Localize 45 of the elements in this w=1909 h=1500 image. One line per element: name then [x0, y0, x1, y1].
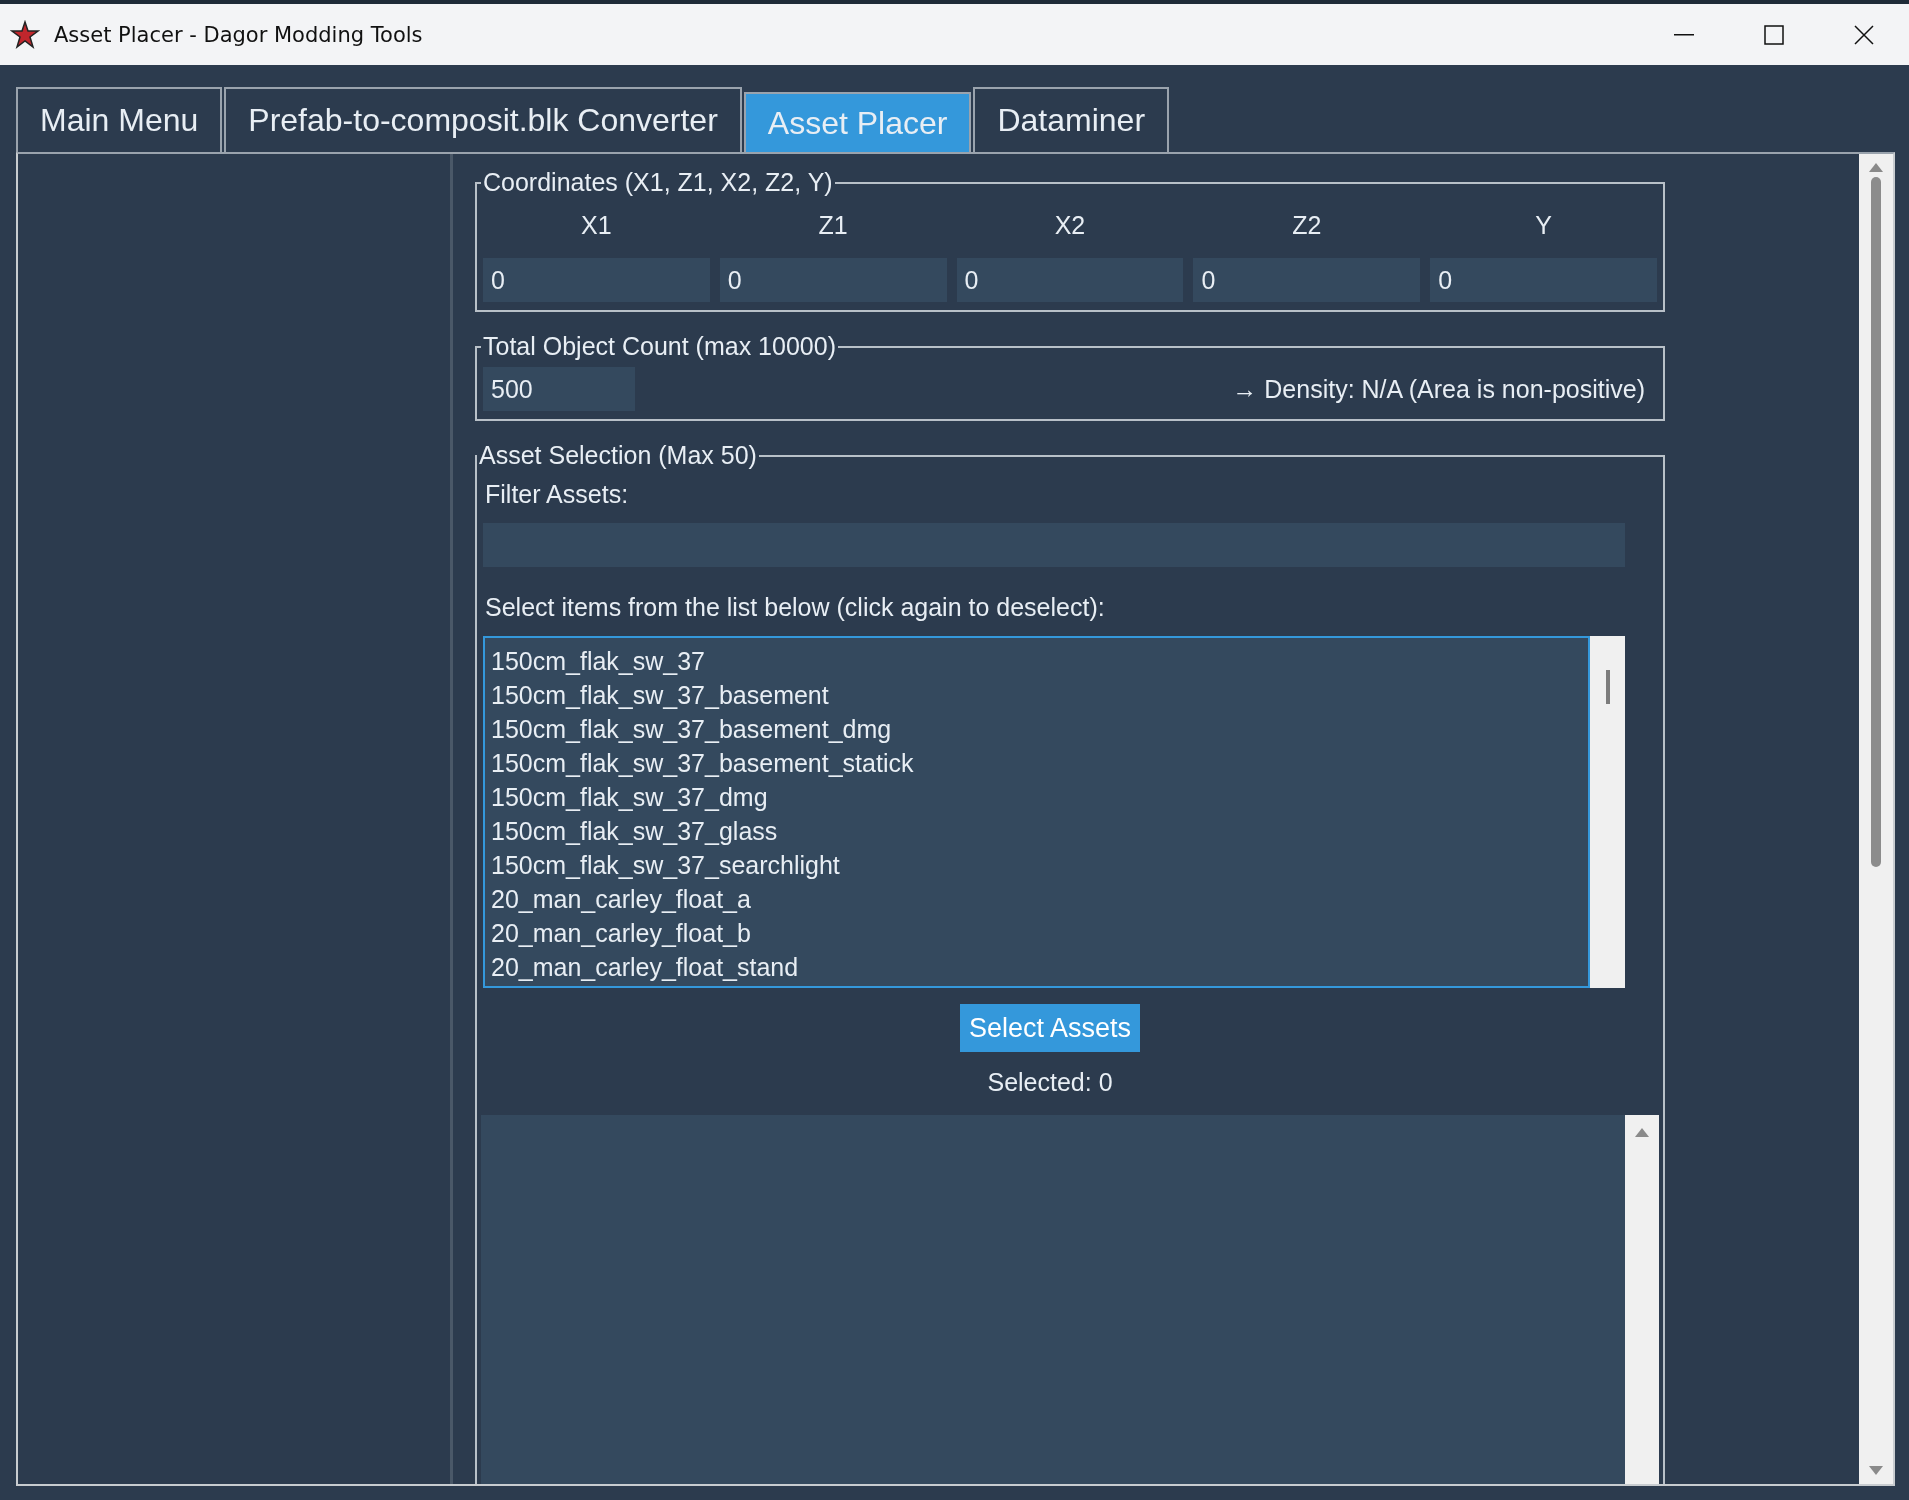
- tab[interactable]: Dataminer: [973, 87, 1170, 152]
- coordinate-input[interactable]: 0: [719, 258, 947, 302]
- asset-list-item[interactable]: 20_man_carley_float_stand: [489, 950, 1584, 984]
- app-logo-icon: [10, 19, 40, 50]
- window-title: Asset Placer - Dagor Modding Tools: [54, 22, 424, 47]
- close-icon: [1854, 24, 1874, 45]
- asset-list-item[interactable]: 150cm_flak_sw_37_basement_statick: [489, 746, 1584, 780]
- filter-label: Filter Assets:: [484, 479, 630, 510]
- coordinate-label: Z1: [817, 210, 849, 241]
- asset-list-item[interactable]: 150cm_flak_sw_37_searchlight: [489, 848, 1584, 882]
- coordinate-input[interactable]: 0: [1193, 258, 1421, 302]
- asset-list-item[interactable]: 150cm_flak_sw_37: [489, 644, 1584, 678]
- tab[interactable]: Prefab-to-composit.blk Converter: [224, 87, 742, 152]
- asset-list-item[interactable]: 150cm_flak_sw_37_dmg: [489, 780, 1584, 814]
- asset-list-item[interactable]: 150cm_flak_sw_37_basement: [489, 678, 1584, 712]
- coordinate-input[interactable]: 0: [956, 258, 1184, 302]
- coordinate-input[interactable]: 0: [1430, 258, 1657, 302]
- selected-count: Selected: 0: [987, 1068, 1113, 1097]
- coordinate-label: X1: [580, 210, 613, 241]
- count-input[interactable]: 500: [483, 367, 635, 411]
- scroll-down-icon[interactable]: [1868, 1465, 1884, 1476]
- maximize-icon: [1764, 24, 1784, 45]
- coordinate-label: Z2: [1291, 210, 1323, 241]
- list-scrollbar[interactable]: [1590, 636, 1625, 988]
- coordinate-label: Y: [1534, 210, 1553, 241]
- tab[interactable]: Main Menu: [16, 87, 223, 152]
- group-title: Asset Selection (Max 50): [478, 441, 758, 470]
- group-title: Coordinates (X1, Z1, X2, Z2, Y): [482, 168, 834, 197]
- asset-list-item[interactable]: 20_man_carley_float_b: [489, 916, 1584, 950]
- coordinate-label: X2: [1053, 210, 1087, 241]
- asset-list-item[interactable]: 150cm_flak_sw_37_basement_dmg: [489, 712, 1584, 746]
- scroll-up-icon[interactable]: [1868, 162, 1884, 173]
- page-scrollbar[interactable]: [1859, 154, 1893, 1484]
- asset-list-item[interactable]: 20_man_carley_float_a: [489, 882, 1584, 916]
- density-text: → Density: N/A (Area is non-positive): [1232, 374, 1645, 404]
- coordinate-input[interactable]: 0: [483, 258, 710, 302]
- scrollbar-thumb[interactable]: [1605, 670, 1610, 704]
- scrollbar-thumb[interactable]: [1871, 177, 1881, 867]
- list-hint: Select items from the list below (click again to deselect):: [484, 592, 1106, 623]
- minimize-icon: [1674, 33, 1694, 36]
- output-scrollbar[interactable]: [1625, 1115, 1659, 1484]
- asset-list-item[interactable]: 150cm_flak_sw_37_glass: [489, 814, 1584, 848]
- group-title: Total Object Count (max 10000): [482, 332, 837, 361]
- output-text-area[interactable]: [481, 1115, 1625, 1484]
- scroll-up-icon[interactable]: [1634, 1127, 1650, 1138]
